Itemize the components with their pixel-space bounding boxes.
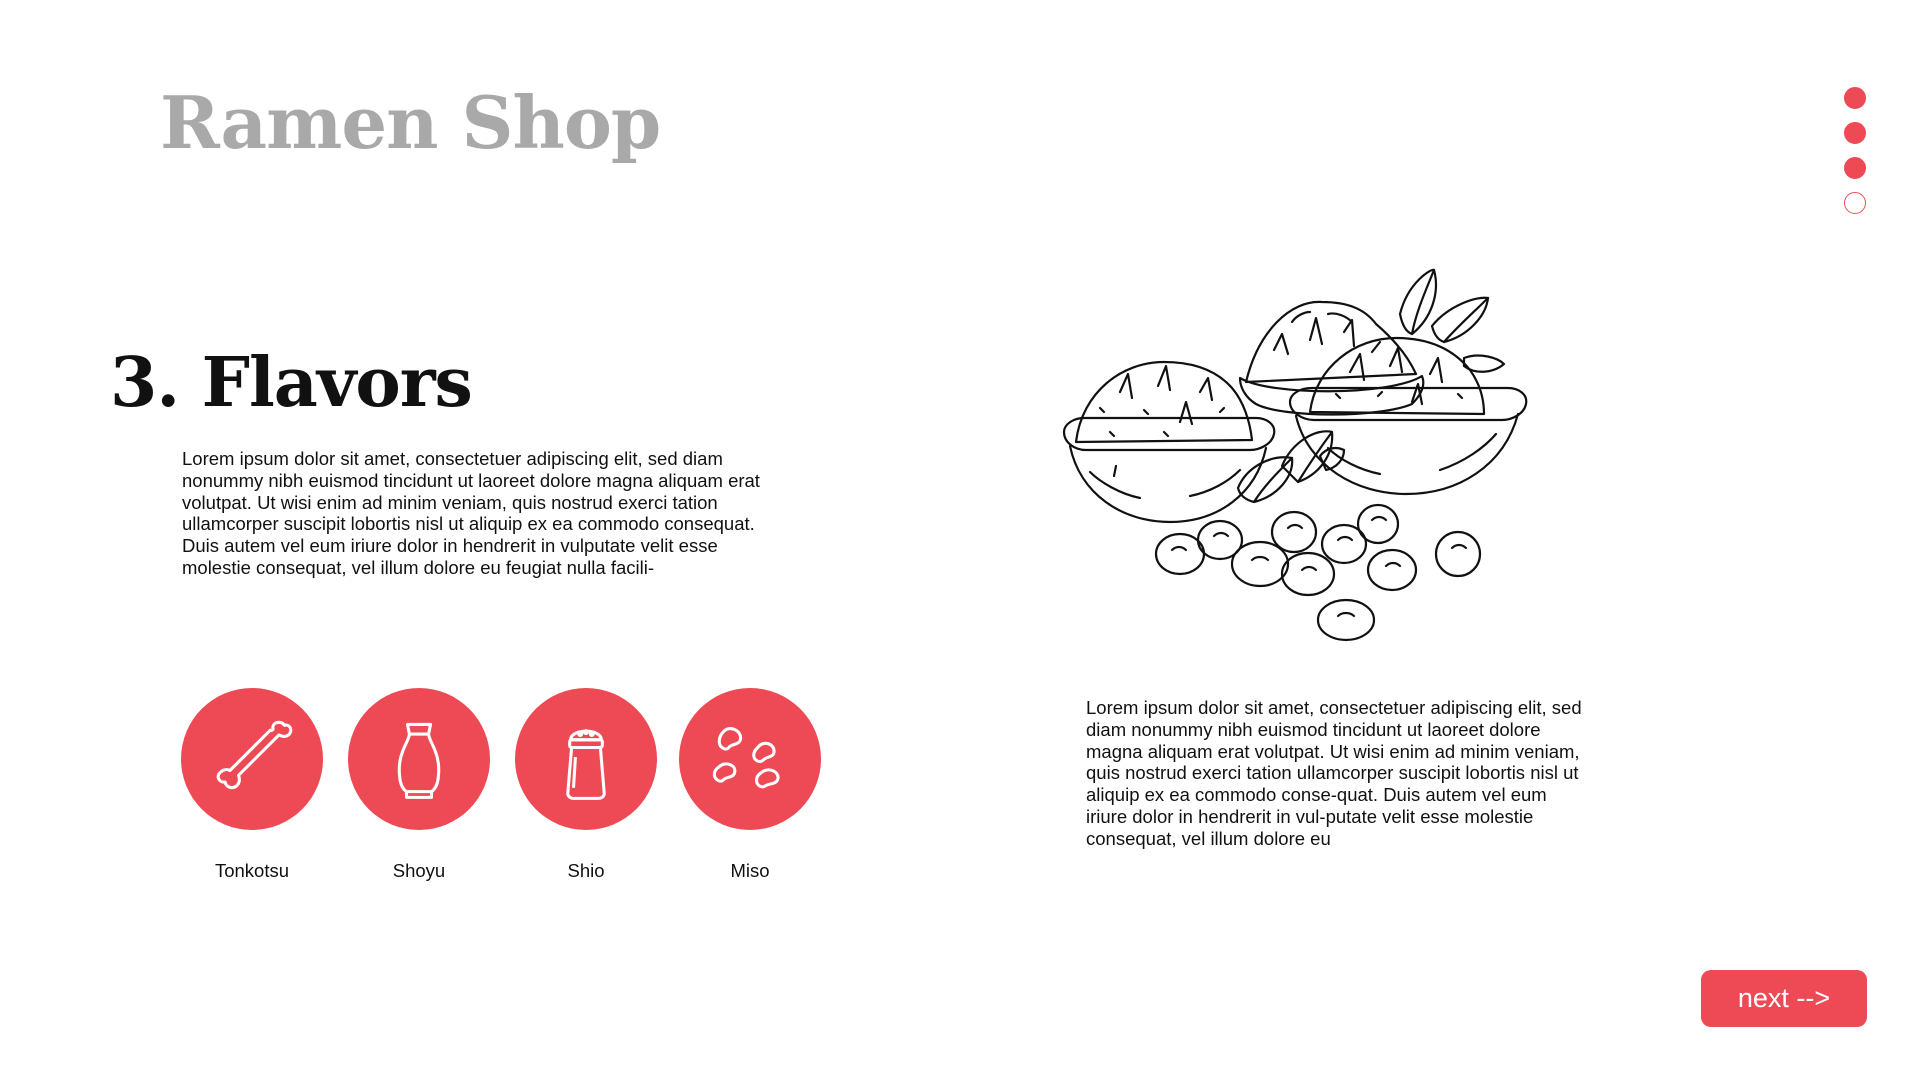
progress-dot-3[interactable]	[1844, 157, 1866, 179]
flavor-label: Tonkotsu	[214, 860, 290, 881]
next-button[interactable]: next -->	[1701, 970, 1867, 1027]
salt-shaker-icon	[566, 729, 606, 800]
detail-paragraph: Lorem ipsum dolor sit amet, consectetuer…	[1086, 697, 1582, 849]
flavor-label: Miso	[730, 860, 770, 881]
flavor-list: Tonkotsu Shoyu Shio Miso	[181, 688, 841, 888]
progress-dot-2[interactable]	[1844, 122, 1866, 144]
flavor-circle[interactable]	[348, 688, 490, 830]
slide: Ramen Shop 3. Flavors Lorem ipsum dolor …	[0, 0, 1920, 1080]
brand-title: Ramen Shop	[160, 80, 661, 165]
section-title: 3. Flavors	[110, 343, 473, 423]
bone-icon	[216, 720, 293, 790]
bottle-icon	[397, 722, 441, 799]
flavor-item-tonkotsu[interactable]: Tonkotsu	[181, 688, 323, 882]
flavor-item-shio[interactable]: Shio	[515, 688, 657, 882]
flavor-label: Shio	[567, 860, 605, 881]
progress-dot-4[interactable]	[1844, 192, 1866, 214]
progress-indicator	[1844, 87, 1868, 227]
flavor-circle[interactable]	[515, 688, 657, 830]
flavor-circle[interactable]	[679, 688, 821, 830]
progress-dot-1[interactable]	[1844, 87, 1866, 109]
miso-bowls-illustration	[1062, 268, 1528, 642]
beans-icon	[712, 727, 780, 789]
flavor-item-miso[interactable]: Miso	[679, 688, 821, 882]
intro-paragraph: Lorem ipsum dolor sit amet, consectetuer…	[182, 448, 760, 578]
flavor-item-shoyu[interactable]: Shoyu	[348, 688, 490, 882]
flavor-label: Shoyu	[392, 860, 446, 881]
flavor-circle[interactable]	[181, 688, 323, 830]
